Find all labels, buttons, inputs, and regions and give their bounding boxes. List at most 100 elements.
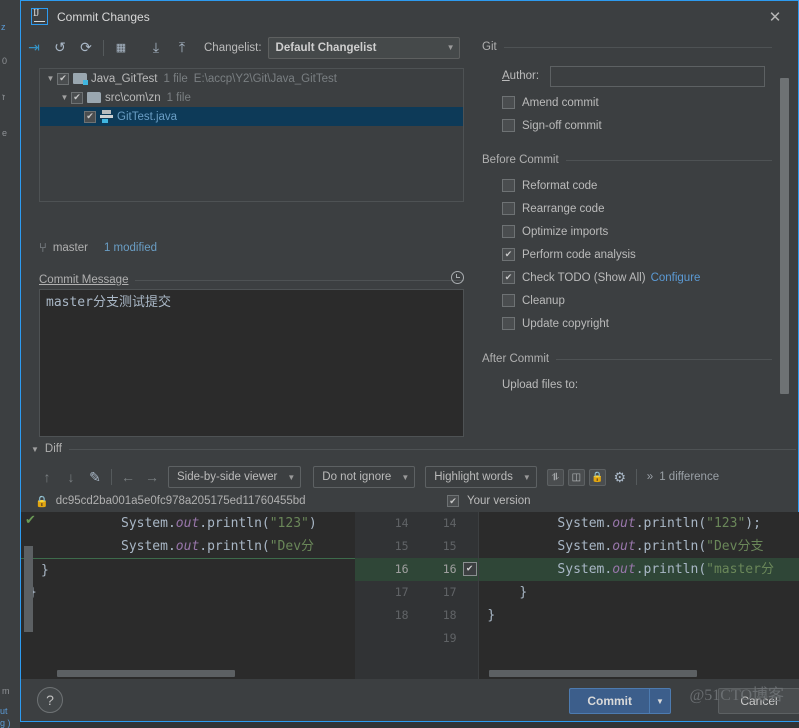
next-difference-icon[interactable]: ↓	[59, 465, 83, 489]
checkbox-box[interactable]	[502, 202, 515, 215]
undo-icon[interactable]: ↺	[47, 36, 73, 60]
expand-all-icon[interactable]: ⤓	[143, 36, 169, 60]
code-line: System.out.println("Dev分支	[557, 539, 764, 554]
checkbox-box[interactable]	[502, 119, 515, 132]
checkbox-label: Reformat code	[522, 179, 598, 192]
your-version-row[interactable]: ✔ Your version	[447, 495, 531, 507]
checkbox-box[interactable]	[502, 96, 515, 109]
rollback-icon[interactable]: ⇥	[21, 36, 47, 60]
line-number-right: 17	[442, 585, 457, 599]
table-row[interactable]: ▼ ✔ src\com\zn 1 file	[40, 88, 463, 107]
checkbox-optimize-imports[interactable]: Optimize imports	[464, 220, 784, 243]
checkbox-update-copyright[interactable]: Update copyright	[464, 312, 784, 335]
accept-change-checkbox[interactable]: ✔	[462, 562, 477, 576]
line-number-right: 15	[442, 539, 457, 553]
checkbox-box[interactable]	[502, 179, 515, 192]
commit-message-header: Commit Message	[39, 271, 464, 286]
checkbox-reformat-code[interactable]: Reformat code	[464, 174, 784, 197]
checkbox-box[interactable]: ✔	[502, 248, 515, 261]
line-number-right: 19	[442, 631, 457, 645]
viewer-mode-value: Side-by-side viewer	[177, 471, 278, 483]
checkbox-box[interactable]: ✔	[502, 271, 515, 284]
show-whitespace-icon[interactable]: ◫	[567, 468, 585, 486]
checkbox-check-todo[interactable]: ✔ Check TODO (Show All) Configure	[464, 266, 784, 289]
code-line: }	[519, 585, 528, 600]
checkbox-label: Update copyright	[522, 317, 609, 330]
diff-vertical-marker	[24, 546, 33, 632]
gutter-row: 19	[355, 627, 479, 650]
checkbox-label: Cleanup	[522, 294, 565, 307]
checkbox-sign-off-commit[interactable]: Sign-off commit	[464, 114, 784, 137]
table-row[interactable]: ✔ GitTest.java	[40, 107, 463, 126]
gutter-row-current: 16 16 ✔	[354, 558, 479, 581]
row-checkbox[interactable]: ✔	[71, 91, 83, 104]
your-version-checkbox[interactable]: ✔	[447, 495, 459, 507]
checkbox-box[interactable]	[502, 225, 515, 238]
horizontal-scrollbar[interactable]	[489, 670, 698, 677]
highlight-mode-value: Highlight words	[434, 471, 513, 483]
apply-left-icon[interactable]: ←	[116, 465, 140, 489]
previous-difference-icon[interactable]: ↑	[35, 465, 59, 489]
help-icon[interactable]: ?	[37, 687, 63, 713]
code-line: System.out.println("123");	[557, 516, 761, 531]
expand-triangle-icon[interactable]: ▼	[44, 74, 57, 83]
commit-button[interactable]: Commit	[569, 688, 649, 714]
checkbox-perform-code-analysis[interactable]: ✔ Perform code analysis	[464, 243, 784, 266]
checkbox-box[interactable]	[502, 317, 515, 330]
row-checkbox[interactable]: ✔	[57, 72, 69, 85]
before-commit-title: Before Commit	[482, 154, 559, 166]
diff-pane-left[interactable]: ✔ System.out.println("123") System.out.p…	[21, 512, 355, 680]
checkbox-box[interactable]	[502, 294, 515, 307]
edit-source-icon[interactable]: ✎	[83, 465, 107, 489]
divider	[565, 159, 772, 161]
diff-section-header[interactable]: ▼ Diff	[31, 443, 796, 455]
gutter-row: 18 18	[355, 604, 479, 627]
line-number-right: 16	[442, 562, 457, 576]
horizontal-scrollbar[interactable]	[57, 670, 235, 677]
checkbox-rearrange-code[interactable]: Rearrange code	[464, 197, 784, 220]
ignore-mode-select[interactable]: Do not ignore ▼	[313, 466, 416, 488]
table-row[interactable]: ▼ ✔ Java_GitTest 1 file E:\accp\Y2\Git\J…	[40, 69, 463, 88]
checkbox-amend-commit[interactable]: Amend commit	[464, 91, 784, 114]
clock-icon[interactable]	[451, 271, 464, 284]
row-path: E:\accp\Y2\Git\Java_GitTest	[193, 72, 337, 85]
collapse-all-icon[interactable]: ⤒	[169, 36, 195, 60]
diff-pane-right[interactable]: System.out.println("123"); System.out.pr…	[479, 512, 799, 680]
commit-changes-dialog: Commit Changes ✕ ⇥ ↺ ⟳ ▦ ⤓ ⤒ Changelist:…	[20, 0, 799, 722]
close-icon[interactable]: ✕	[752, 1, 798, 32]
toolbar-separator	[111, 469, 112, 485]
viewer-mode-select[interactable]: Side-by-side viewer ▼	[168, 466, 302, 488]
row-checkbox[interactable]: ✔	[84, 110, 96, 123]
revision-hash: dc95cd2ba001a5e0fc978a205175ed11760455bd	[55, 495, 306, 507]
chevron-down-icon: ▼	[401, 472, 410, 482]
collapse-triangle-icon[interactable]: ▼	[31, 445, 39, 454]
highlight-mode-select[interactable]: Highlight words ▼	[425, 466, 537, 488]
code-line: System.out.println("Dev分	[121, 539, 315, 554]
changed-files-tree[interactable]: ▼ ✔ Java_GitTest 1 file E:\accp\Y2\Git\J…	[39, 68, 464, 202]
changelist-select[interactable]: Default Changelist ▼	[267, 36, 460, 59]
more-actions-icon[interactable]: »	[647, 471, 653, 483]
commit-message-input[interactable]: master分支测试提交	[39, 289, 464, 437]
collapse-unchanged-icon[interactable]: ⥮	[546, 468, 564, 486]
refresh-icon[interactable]: ⟳	[73, 36, 99, 60]
git-branch-icon: ⑂	[39, 240, 47, 255]
row-name: Java_GitTest	[91, 72, 158, 85]
apply-right-icon[interactable]: →	[140, 465, 164, 489]
diff-settings-gear-icon[interactable]: ⚙	[608, 465, 632, 489]
bg-fragment: e	[2, 128, 8, 138]
java-file-icon	[100, 110, 113, 123]
bg-fragment: m	[2, 686, 10, 696]
expand-triangle-icon[interactable]: ▼	[58, 93, 71, 102]
author-field[interactable]	[550, 65, 765, 87]
commit-message-label: Commit Message	[39, 274, 129, 286]
checkbox-cleanup[interactable]: Cleanup	[464, 289, 784, 312]
configure-link[interactable]: Configure	[651, 272, 701, 284]
author-row: Author:	[464, 61, 784, 91]
read-only-lock-icon[interactable]: 🔒	[588, 468, 606, 486]
branch-status-bar: ⑂ master 1 modified	[39, 240, 157, 255]
group-by-icon[interactable]: ▦	[108, 36, 134, 60]
line-number-left: 16	[394, 562, 409, 576]
commit-dropdown-arrow-icon[interactable]: ▼	[649, 688, 671, 714]
